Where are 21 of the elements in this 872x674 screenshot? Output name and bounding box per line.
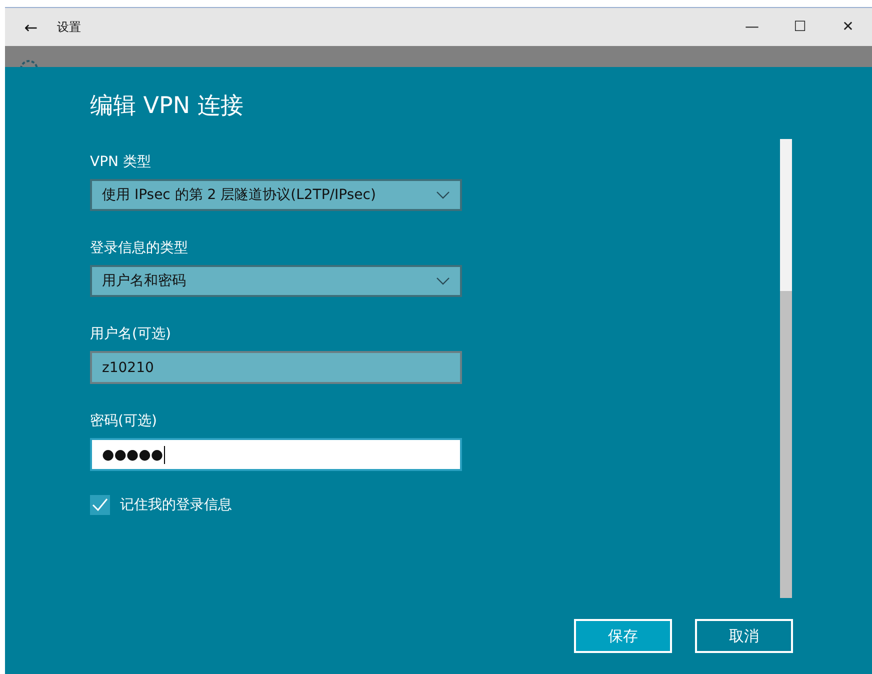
- window-title: 设置: [57, 18, 81, 36]
- input-field[interactable]: z10210: [90, 351, 462, 384]
- window-control[interactable]: —: [728, 19, 776, 35]
- chevron-icon: [436, 191, 450, 199]
- checkbox-label: 记住我的登录信息: [120, 496, 232, 514]
- checkbox[interactable]: [90, 495, 110, 515]
- scrollbar[interactable]: [780, 139, 792, 598]
- field-label: 登录信息的类型: [90, 239, 189, 257]
- field-label: VPN 类型: [90, 153, 152, 171]
- dropdown[interactable]: 使用 IPsec 的第 2 层隧道协议(L2TP/IPsec): [90, 179, 462, 211]
- window-control[interactable]: ☐: [776, 19, 824, 35]
- back-button[interactable]: ←: [5, 18, 57, 36]
- text-cursor: [164, 446, 166, 464]
- dialog-title: 编辑 VPN 连接: [90, 92, 244, 121]
- chevron-icon: [436, 277, 450, 285]
- dropdown[interactable]: 用户名和密码: [90, 265, 462, 297]
- input-field[interactable]: ●●●●●: [90, 438, 462, 471]
- cancel-button[interactable]: 取消: [695, 619, 793, 653]
- window-control[interactable]: ✕: [824, 19, 872, 35]
- field-label: 密码(可选): [90, 412, 158, 430]
- field-label: 用户名(可选): [90, 325, 172, 343]
